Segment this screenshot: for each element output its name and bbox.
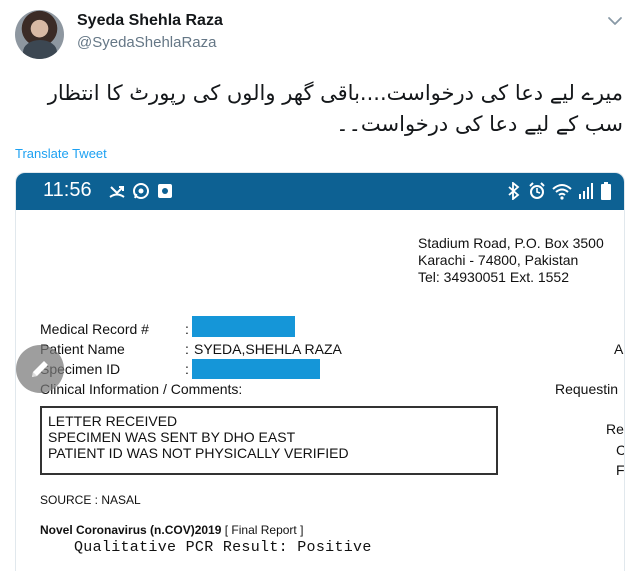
status-left-icons [109, 182, 173, 200]
missed-call-icon [109, 182, 125, 200]
comment-line-3: PATIENT ID WAS NOT PHYSICALLY VERIFIED [48, 445, 349, 461]
age-label-cropped: A [614, 341, 624, 357]
chevron-down-icon[interactable] [606, 14, 624, 28]
display-name[interactable]: Syeda Shehla Raza [77, 12, 223, 30]
translate-tweet-link[interactable]: Translate Tweet [15, 146, 107, 161]
user-handle[interactable]: @SyedaShehlaRaza [77, 34, 216, 51]
signal-icon [578, 182, 594, 200]
notification-icon [157, 182, 173, 200]
medical-record-colon: : [185, 321, 189, 337]
lab-report: Stadium Road, P.O. Box 3500 Karachi - 74… [16, 210, 625, 571]
comment-line-2: SPECIMEN WAS SENT BY DHO EAST [48, 429, 296, 445]
tweet-text-line-2: سب کے لیے دعا کی درخواست۔۔ [336, 112, 623, 136]
redacted-specimen-id [192, 359, 320, 379]
status-time: 11:56 [43, 179, 92, 201]
tweet-media-image[interactable]: 11:56 Stadium Road, P.O. Box 3500 Karach… [15, 172, 625, 571]
address-line-3: Tel: 34930051 Ext. 1552 [418, 269, 570, 285]
tweet-header: Syeda Shehla Raza @SyedaShehlaRaza [0, 0, 640, 70]
status-right-icons [506, 182, 612, 200]
specimen-source: SOURCE : NASAL [40, 493, 141, 507]
test-name: Novel Coronavirus (n.COV)2019 [40, 523, 222, 537]
comment-line-1: LETTER RECEIVED [48, 413, 178, 429]
wifi-icon [552, 182, 572, 200]
address-line-2: Karachi - 74800, Pakistan [418, 252, 579, 268]
clinical-info-label: Clinical Information / Comments: [40, 381, 243, 397]
tweet-text-line-1: میرے لیے دعا کی درخواست....باقی گھر والو… [47, 81, 623, 105]
tweet-text: میرے لیے دعا کی درخواست....باقی گھر والو… [15, 78, 623, 140]
report-status: [ Final Report ] [224, 523, 304, 537]
test-title: Novel Coronavirus (n.COV)2019 [ Final Re… [40, 523, 303, 537]
comments-box: LETTER RECEIVED SPECIMEN WAS SENT BY DHO… [40, 406, 498, 475]
bluetooth-icon [506, 182, 522, 200]
requesting-label-cropped: Requestin [555, 381, 619, 397]
right-fragment-re: Re [606, 421, 624, 437]
pcr-result: Qualitative PCR Result: Positive [74, 539, 372, 556]
redacted-medical-record [192, 316, 295, 337]
patient-name-colon: : [185, 341, 189, 357]
right-fragment-c: C [616, 442, 624, 458]
edit-button[interactable] [16, 345, 64, 393]
avatar[interactable] [15, 10, 64, 59]
patient-name-value: SYEDA,SHEHLA RAZA [194, 341, 342, 357]
alarm-icon [528, 182, 546, 200]
right-fragment-f: F [616, 462, 625, 478]
medical-record-label: Medical Record # [40, 321, 149, 337]
phone-status-bar: 11:56 [16, 173, 624, 210]
address-line-1: Stadium Road, P.O. Box 3500 [418, 235, 604, 251]
specimen-id-colon: : [185, 361, 189, 377]
battery-icon [600, 182, 612, 200]
whatsapp-icon [132, 182, 150, 200]
hospital-address: Stadium Road, P.O. Box 3500 Karachi - 74… [418, 235, 604, 286]
